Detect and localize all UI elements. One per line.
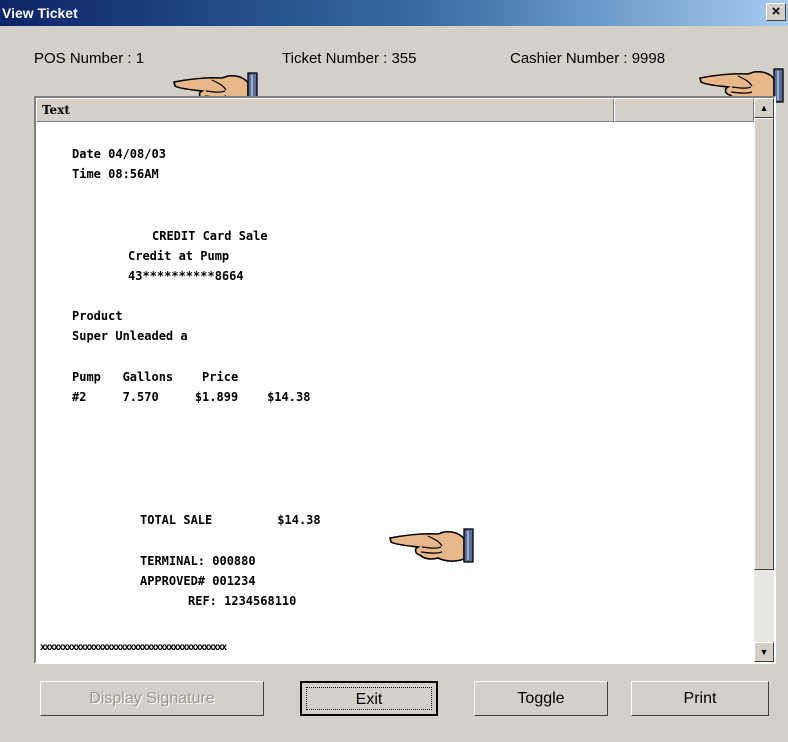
scroll-down-button[interactable]: ▼ (754, 642, 774, 662)
title-bar: View Ticket × (0, 0, 788, 26)
ticket-line: TOTAL SALE $14.38 (140, 513, 321, 527)
close-button[interactable]: × (766, 3, 786, 21)
scroll-up-button[interactable]: ▲ (754, 98, 774, 118)
ticket-line: #2 7.570 $1.899 $14.38 (72, 390, 311, 404)
ticket-line: Time 08:56AM (72, 167, 159, 181)
ticket-number-label: Ticket Number : 355 (282, 50, 417, 67)
pos-number-label: POS Number : 1 (34, 50, 145, 67)
column-header-blank[interactable] (614, 98, 754, 122)
display-signature-button[interactable]: Display Signature (40, 681, 264, 716)
vertical-scrollbar[interactable]: ▲ ▼ (754, 98, 774, 662)
print-button[interactable]: Print (631, 681, 769, 716)
ticket-line: Date 04/08/03 (72, 147, 166, 161)
exit-button-label: Exit (355, 691, 383, 708)
scroll-thumb[interactable] (754, 118, 774, 570)
toggle-button[interactable]: Toggle (474, 681, 608, 716)
ticket-line: TERMINAL: 000880 (140, 554, 256, 568)
exit-button[interactable]: Exit (300, 681, 438, 716)
ticket-line: Product (72, 309, 123, 323)
ticket-line: Credit at Pump (128, 249, 230, 263)
ticket-line: CREDIT Card Sale (152, 229, 268, 243)
cashier-number-label: Cashier Number : 9998 (510, 50, 666, 67)
ticket-line: APPROVED# 001234 (140, 574, 256, 588)
window-title: View Ticket (2, 5, 78, 21)
ticket-line: Super Unleaded a (72, 329, 188, 343)
ticket-line: Pump Gallons Price (72, 370, 239, 384)
ticket-line: REF: 1234568110 (188, 594, 297, 608)
ticket-text: Date 04/08/03 Time 08:56AM CREDIT Card S… (36, 122, 754, 662)
pointing-hand-icon (388, 526, 480, 564)
ticket-line: xxxxxxxxxxxxxxxxxxxxxxxxxxxxxxxxxxxxxxxx… (40, 642, 227, 653)
ticket-line: 43**********8664 (128, 269, 244, 283)
column-header-text[interactable]: Text (36, 98, 614, 122)
ticket-list[interactable]: Text Date 04/08/03 Time 08:56AM CREDIT C… (34, 96, 776, 664)
